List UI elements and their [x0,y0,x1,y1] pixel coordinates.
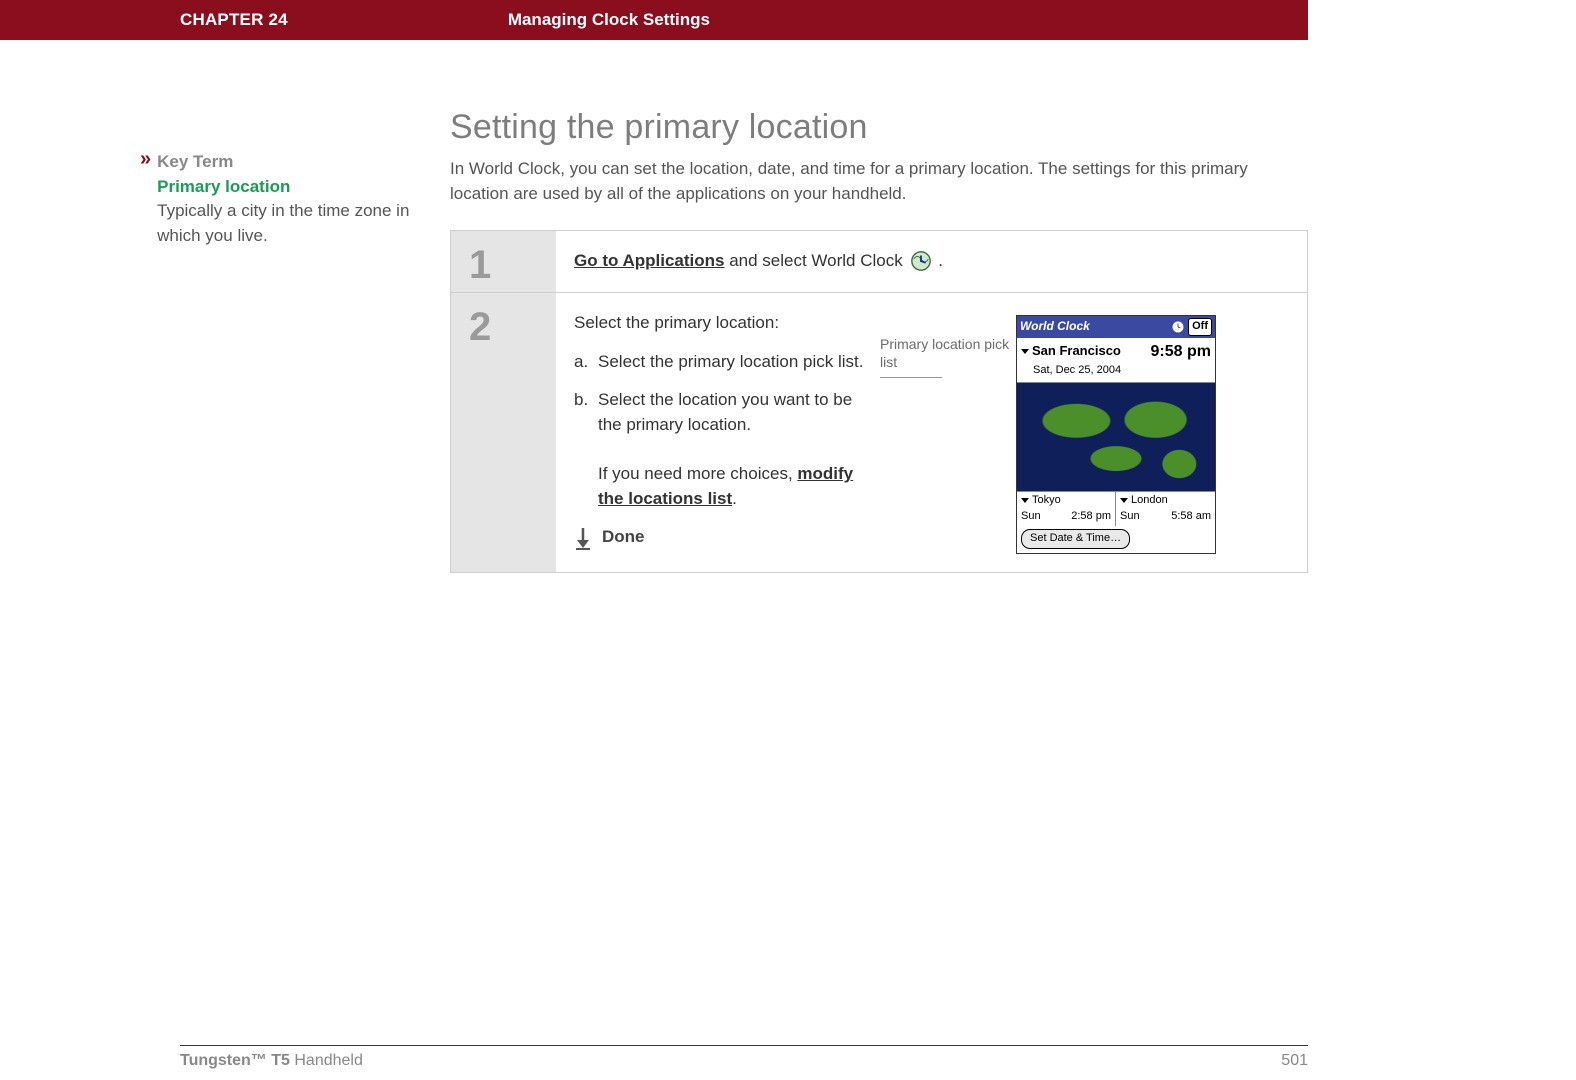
list-marker: a. [574,350,598,375]
alarm-icon [1172,321,1184,333]
down-arrow-icon [574,526,592,550]
chapter-header-bar: CHAPTER 24 Managing Clock Settings [0,0,1308,40]
done-label: Done [602,525,645,550]
steps-panel: 1 Go to Applications and select World Cl… [450,230,1308,573]
step2-extra-period: . [732,489,737,508]
step-number-cell: 1 [451,231,556,293]
city2-name: Tokyo [1032,493,1061,509]
world-clock-icon [910,250,932,272]
step-2: 2 Select the primary location: a. Select… [451,293,1307,572]
chevron-right-icon: » [140,148,145,249]
step2-sub-a: a. Select the primary location pick list… [574,350,874,375]
secondary-cities-row: Tokyo Sun 2:58 pm London Sun 5:58 am [1017,492,1215,526]
world-map [1017,382,1215,492]
step-number: 2 [469,307,556,347]
step-body: Select the primary location: a. Select t… [556,293,1307,572]
key-term-name: Primary location [157,177,290,196]
page-number: 501 [1281,1052,1308,1070]
list-marker: b. [574,388,598,511]
page-footer: Tungsten™ T5 Handheld 501 [180,1045,1308,1070]
pick-list-callout: Primary location pick list [880,311,1010,554]
footer-rule [180,1045,1308,1046]
set-date-time-button[interactable]: Set Date & Time… [1021,529,1130,549]
city2-time: 2:58 pm [1071,509,1111,525]
city2-day: Sun [1021,509,1041,525]
primary-time: 9:58 pm [1151,340,1211,363]
alarm-off-badge: Off [1188,318,1212,336]
primary-date: Sat, Dec 25, 2004 [1017,363,1215,382]
primary-city: San Francisco [1032,342,1121,361]
key-term-definition: Typically a city in the time zone in whi… [157,199,450,248]
step2-lead: Select the primary location: [574,311,874,336]
city3-name: London [1131,493,1168,509]
footer-brand-light: Handheld [290,1052,363,1069]
done-row: Done [574,525,874,550]
go-to-applications-link[interactable]: Go to Applications [574,251,724,270]
section-intro: In World Clock, you can set the location… [450,157,1250,206]
step1-period: . [933,251,942,270]
section-title: Setting the primary location [450,108,1308,147]
secondary-city-2[interactable]: London Sun 5:58 am [1116,492,1215,526]
primary-location-picklist[interactable]: San Francisco 9:58 pm [1017,338,1215,363]
callout-label: Primary location pick list [880,336,1009,370]
step2-sub-a-text: Select the primary location pick list. [598,350,864,375]
step2-sub-b-text: Select the location you want to be the p… [598,390,852,434]
device-titlebar: World Clock [1017,316,1215,338]
chapter-title: Managing Clock Settings [508,10,710,30]
dropdown-triangle-icon [1120,498,1128,503]
callout-leader-line [880,377,942,378]
step2-instructions: Select the primary location: a. Select t… [574,311,874,554]
key-term-block: » Key Term Primary location Typically a … [140,150,450,249]
dropdown-triangle-icon [1021,349,1029,354]
dropdown-triangle-icon [1021,498,1029,503]
step-number: 1 [469,245,556,285]
city3-day: Sun [1120,509,1140,525]
device-title: World Clock [1020,318,1090,335]
step-body: Go to Applications and select World Cloc… [556,231,1307,293]
main-content: Setting the primary location In World Cl… [450,40,1308,573]
key-term-heading: Key Term [157,152,233,171]
footer-brand: Tungsten™ T5 Handheld [180,1052,363,1070]
sidebar: » Key Term Primary location Typically a … [140,40,450,573]
chapter-label: CHAPTER 24 [180,10,288,30]
step2-sub-b: b. Select the location you want to be th… [574,388,874,511]
step1-text-after-link: and select World Clock [724,251,907,270]
step-1: 1 Go to Applications and select World Cl… [451,231,1307,293]
city3-time: 5:58 am [1171,509,1211,525]
step-number-cell: 2 [451,293,556,572]
world-clock-screenshot: World Clock [1016,315,1216,554]
step2-extra-lead: If you need more choices, [598,464,797,483]
secondary-city-1[interactable]: Tokyo Sun 2:58 pm [1017,492,1116,526]
footer-brand-bold: Tungsten™ T5 [180,1052,290,1069]
